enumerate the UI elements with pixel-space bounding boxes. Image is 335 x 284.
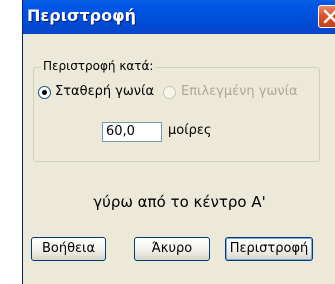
fixed-angle-label[interactable]: Σταθερή γωνία xyxy=(55,84,154,99)
selected-angle-radio[interactable] xyxy=(163,86,176,99)
rotate-by-groupbox xyxy=(33,67,320,162)
title-bar[interactable]: Περιστροφή xyxy=(23,0,335,34)
close-icon xyxy=(323,9,335,24)
rotate-by-legend: Περιστροφή κατά: xyxy=(41,59,156,73)
cancel-button[interactable]: Άκυρο xyxy=(134,237,210,261)
angle-input[interactable]: 60,0 xyxy=(102,122,162,142)
degrees-label: μοίρες xyxy=(168,123,212,138)
rotation-dialog: Περιστροφή Περιστροφή κατά: Σταθερή γωνί… xyxy=(22,0,335,284)
fixed-angle-radio[interactable] xyxy=(38,86,51,99)
rotation-center-text: γύρω από το κέντρο A' xyxy=(93,193,266,211)
close-button[interactable] xyxy=(318,5,335,28)
help-button[interactable]: Βοήθεια xyxy=(31,237,106,261)
rotate-button[interactable]: Περιστροφή xyxy=(225,237,313,261)
radio-checked-dot xyxy=(42,90,47,95)
dialog-title: Περιστροφή xyxy=(27,6,137,25)
selected-angle-label: Επιλεγμένη γωνία xyxy=(181,84,298,99)
